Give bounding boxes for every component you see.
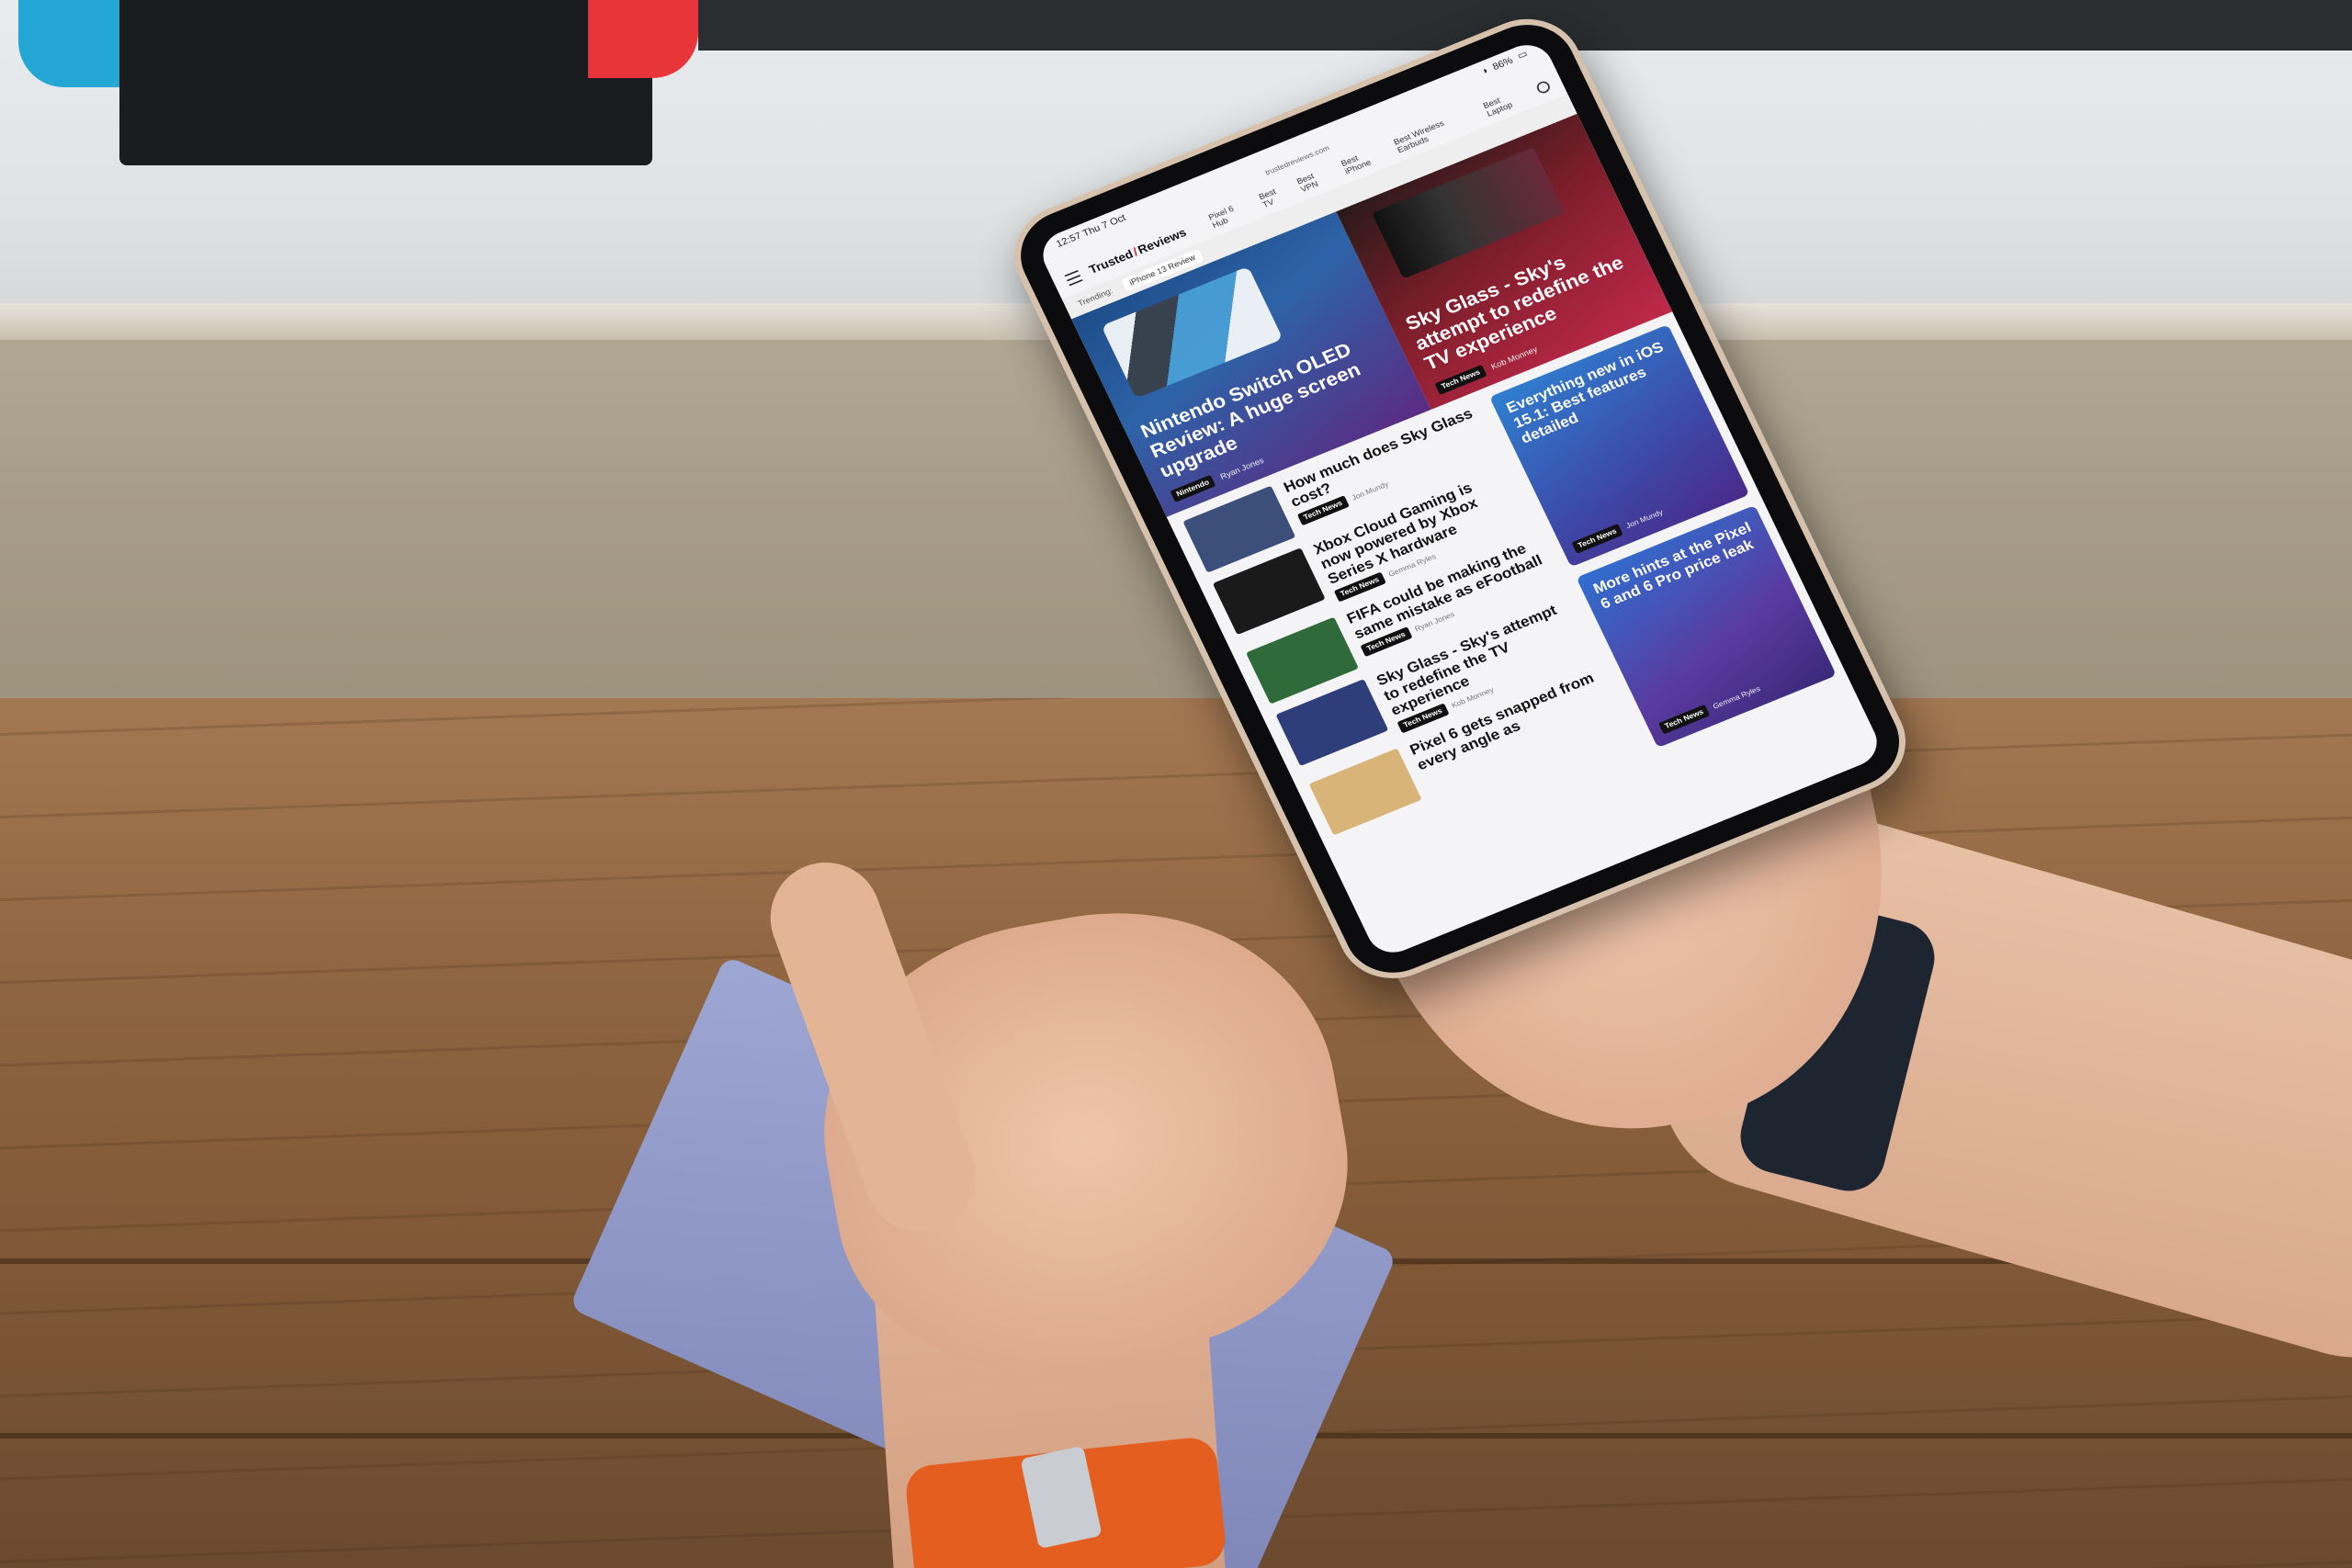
author-name: Kob Monney [1489, 344, 1539, 372]
photo-scene: 12:57 Thu 7 Oct ◑ 86% ▭ trustedreviews.c… [0, 0, 2352, 1568]
blue-joycon [18, 0, 119, 87]
battery-icon: ▭ [1515, 47, 1530, 62]
red-joycon [588, 0, 698, 78]
nav-link[interactable]: Best TV [1258, 183, 1293, 209]
author-name: Jon Mundy [1624, 508, 1665, 531]
author-name: Ryan Jones [1218, 456, 1266, 481]
category-tag[interactable]: Nintendo [1170, 474, 1216, 502]
author-name: Gemma Ryles [1712, 684, 1762, 712]
hamburger-menu-icon[interactable] [1064, 270, 1083, 287]
card-meta: Tech News Gemma Ryles [1657, 683, 1763, 735]
wifi-icon: ◑ [1478, 63, 1490, 77]
search-icon[interactable] [1534, 79, 1553, 96]
switch-dock [119, 0, 652, 165]
category-tag[interactable]: Tech News [1657, 704, 1711, 735]
category-tag[interactable]: Tech News [1571, 523, 1624, 554]
